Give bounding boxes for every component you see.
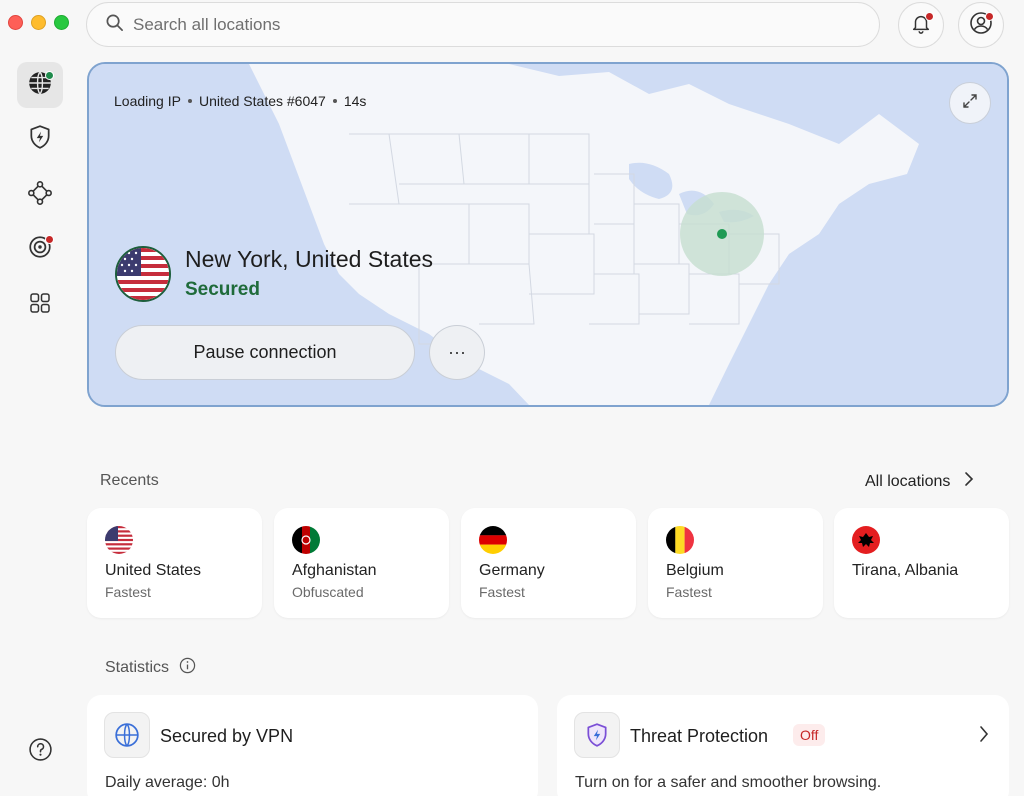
statistics-title: Statistics bbox=[105, 659, 170, 676]
chevron-right-icon bbox=[964, 471, 974, 492]
threat-protection-title: Threat Protection bbox=[630, 726, 769, 746]
connected-location: New York, United States bbox=[185, 246, 434, 272]
notifications-button[interactable] bbox=[898, 2, 944, 48]
sidebar-item-meshnet[interactable] bbox=[17, 172, 63, 218]
recent-location-card[interactable]: Afghanistan Obfuscated bbox=[274, 508, 449, 618]
account-badge bbox=[985, 12, 994, 21]
recent-location-type: Fastest bbox=[105, 584, 151, 600]
shield-bolt-icon bbox=[574, 712, 620, 758]
globe-icon bbox=[104, 712, 150, 758]
threat-protection-card[interactable]: Threat Protection Off Turn on for a safe… bbox=[557, 695, 1009, 796]
us-flag-icon bbox=[115, 246, 171, 302]
recent-location-name: Afghanistan bbox=[292, 562, 377, 579]
daily-average: Daily average: 0h bbox=[105, 774, 230, 792]
alert-indicator bbox=[45, 235, 54, 244]
pause-connection-button[interactable]: Pause connection bbox=[115, 325, 415, 380]
sidebar-item-apps[interactable] bbox=[17, 282, 63, 328]
sidebar-item-vpn[interactable] bbox=[17, 62, 63, 108]
recent-location-name: Belgium bbox=[666, 562, 724, 579]
more-icon: ··· bbox=[448, 342, 466, 362]
app-window: Loading IP United States #6047 14s New Y… bbox=[0, 0, 1024, 796]
help-icon[interactable] bbox=[28, 737, 53, 762]
shield-bolt-icon bbox=[27, 124, 53, 155]
window-controls bbox=[8, 15, 69, 30]
more-options-button[interactable]: ··· bbox=[429, 325, 485, 380]
recent-location-type: Fastest bbox=[666, 584, 712, 600]
recents-title: Recents bbox=[100, 472, 159, 489]
account-button[interactable] bbox=[958, 2, 1004, 48]
vpn-stats-title: Secured by VPN bbox=[160, 726, 294, 746]
recent-location-card[interactable]: Belgium Fastest bbox=[648, 508, 823, 618]
separator-dot bbox=[187, 99, 192, 103]
recent-location-name: Tirana, Albania bbox=[852, 562, 959, 579]
daily-average-label: Daily average: bbox=[105, 774, 212, 791]
vpn-stats-card[interactable]: Secured by VPN Daily average: 0h bbox=[87, 695, 538, 796]
chevron-right-icon[interactable] bbox=[979, 725, 989, 748]
recent-location-card[interactable]: Germany Fastest bbox=[461, 508, 636, 618]
expand-icon bbox=[962, 93, 978, 114]
info-icon[interactable] bbox=[179, 657, 196, 679]
server-location-dot[interactable] bbox=[717, 229, 727, 239]
us-flag-icon bbox=[105, 526, 133, 554]
connection-time: 14s bbox=[343, 93, 367, 109]
connection-map-card: Loading IP United States #6047 14s New Y… bbox=[87, 62, 1009, 407]
search-icon bbox=[105, 13, 124, 37]
recent-location-name: Germany bbox=[479, 562, 545, 579]
expand-map-button[interactable] bbox=[949, 82, 991, 124]
grid-icon bbox=[28, 291, 52, 320]
search-bar[interactable] bbox=[86, 2, 880, 47]
minimize-window-button[interactable] bbox=[31, 15, 46, 30]
daily-average-value: 0h bbox=[211, 774, 230, 791]
notification-badge bbox=[925, 12, 934, 21]
sidebar-item-threat-protection[interactable] bbox=[17, 116, 63, 162]
recent-location-type: Obfuscated bbox=[292, 584, 364, 600]
vpn-connected-indicator bbox=[45, 71, 54, 80]
connection-status-line: Loading IP United States #6047 14s bbox=[114, 93, 366, 109]
statistics-header: Statistics bbox=[105, 657, 196, 679]
all-locations-link[interactable]: All locations bbox=[865, 471, 974, 492]
ip-label: Loading IP bbox=[114, 93, 181, 109]
status-badge: Off bbox=[793, 724, 826, 746]
maximize-window-button[interactable] bbox=[54, 15, 69, 30]
recent-location-card[interactable]: Tirana, Albania bbox=[834, 508, 1009, 618]
af-flag-icon bbox=[292, 526, 320, 554]
connection-status: Secured bbox=[185, 279, 260, 300]
close-window-button[interactable] bbox=[8, 15, 23, 30]
recent-location-card[interactable]: United States Fastest bbox=[87, 508, 262, 618]
search-input[interactable] bbox=[133, 14, 833, 35]
recent-location-name: United States bbox=[105, 562, 202, 579]
sidebar-item-dark-web-monitor[interactable] bbox=[17, 226, 63, 272]
de-flag-icon bbox=[479, 526, 507, 554]
server-label: United States #6047 bbox=[198, 93, 326, 109]
all-locations-label: All locations bbox=[865, 472, 951, 490]
threat-protection-description: Turn on for a safer and smoother browsin… bbox=[575, 774, 882, 791]
recent-location-type: Fastest bbox=[479, 584, 525, 600]
mesh-network-icon bbox=[27, 180, 53, 211]
be-flag-icon bbox=[666, 526, 694, 554]
al-flag-icon bbox=[852, 526, 880, 554]
separator-dot bbox=[332, 99, 337, 103]
